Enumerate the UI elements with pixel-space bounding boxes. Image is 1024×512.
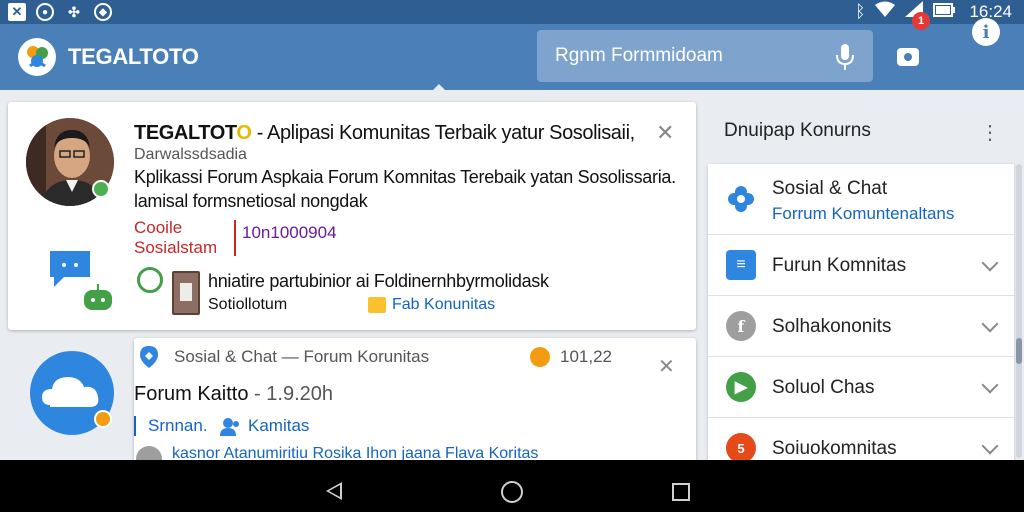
red-tag-line-1: Cooile [134,218,183,237]
compass-icon: ◆ [94,3,112,21]
category-label: Sosial & Chat [772,178,888,199]
post-2-tag-1[interactable]: Srnnan. [134,416,208,436]
info-icon[interactable]: i [972,18,1000,46]
recent-apps-icon[interactable] [672,483,690,501]
purple-tag[interactable]: 10n1000904 [242,223,337,243]
battery-icon [933,2,956,22]
chevron-down-icon[interactable] [981,254,999,272]
search-placeholder: Rgnm Formmidoam [555,45,723,66]
pin-icon [136,344,162,370]
post-link[interactable]: Fab Konunitas [392,296,495,314]
people-icon [218,416,242,436]
letter-f-icon: f [726,311,756,341]
cloud-badge [94,410,112,428]
category-label: Furun Komnitas [772,255,907,276]
post-description-line-1: Kplikassi Forum Aspkaia Forum Komnitas T… [134,167,676,187]
category-item-soiuokomnitas[interactable]: 5 Soiuokomnitas [708,418,1014,460]
x-box-icon: ✕ [8,3,26,21]
panel-title: Dnuipap Konurns [724,120,871,141]
microphone-icon[interactable] [835,44,855,70]
post-subtitle: Darwalssdsadia [134,146,247,163]
category-sublabel: Forrum Komuntenaltans [772,204,955,223]
post-description-line-2: lamisal formsnetiosal nongdak [134,191,368,211]
close-icon[interactable]: ✕ [656,120,674,146]
category-label: Soiuokomnitas [772,438,897,459]
chevron-down-icon[interactable] [981,315,999,333]
wifi-icon [875,1,896,22]
home-icon[interactable] [501,481,523,503]
tag-divider [234,220,236,256]
book-icon [172,271,200,315]
dropdown-caret [433,84,445,90]
category-label: Soluol Chas [772,377,875,398]
app-title: TEGALTOTO [68,44,199,69]
scrollbar[interactable] [1016,164,1022,458]
post-row-small-text: Sotiollotum [208,296,288,313]
category-label: Solhakononits [772,316,892,337]
notification-badge: 1 [912,12,930,30]
post-title: TEGALTOTO - Aplipasi Komunitas Terbaik y… [134,122,635,144]
scrollbar-thumb[interactable] [1016,338,1022,364]
status-bar: ✕ ● ✣ ◆ ᛒ 16:24 [0,0,1024,24]
category-item-furun-komnitas[interactable]: ≡ Furun Komnitas [708,235,1014,296]
refresh-icon[interactable] [137,267,163,293]
post-2-tag-2[interactable]: Kamitas [248,416,309,436]
red-tag[interactable]: Cooile Sosialstam [134,218,217,258]
chevron-down-icon[interactable] [981,437,999,455]
category-item-solhakononits[interactable]: f Solhakononits [708,296,1014,357]
post-2-time: 101,22 [560,347,612,366]
notification-icon[interactable] [895,42,923,70]
post-row-text: hniatire partubinior ai Foldinernhbyrmol… [208,271,549,291]
more-options-icon[interactable]: ⋮ [980,120,1000,145]
bot-icon [82,282,114,312]
post-2-header: Sosial & Chat — Forum Korunitas [174,347,430,366]
app-logo-icon[interactable] [18,38,56,76]
circle-icon: ● [36,3,54,21]
online-status-dot [92,180,110,198]
chevron-down-icon[interactable] [981,376,999,394]
folder-icon [368,297,386,313]
back-icon[interactable] [326,482,342,500]
post-2-title: Forum Kaitto - 1.9.20h [134,383,333,405]
category-item-soluol-chas[interactable]: ▶ Soluol Chas [708,357,1014,418]
clock-icon [530,347,550,367]
flower-icon [726,184,756,214]
bluetooth-icon: ᛒ [855,1,866,21]
list-icon: ≡ [726,250,756,280]
close-icon[interactable]: ✕ [658,354,675,379]
category-item-sosial-chat[interactable]: Sosial & Chat Forrum Komuntenaltans [708,164,1014,235]
search-input[interactable]: Rgnm Formmidoam [537,30,873,82]
app-bar: TEGALTOTO Rgnm Formmidoam [0,24,1024,90]
red-tag-line-2: Sosialstam [134,238,218,257]
html-icon: 5 [726,433,756,460]
play-icon: ▶ [726,372,756,402]
pinwheel-icon: ✣ [68,3,80,20]
